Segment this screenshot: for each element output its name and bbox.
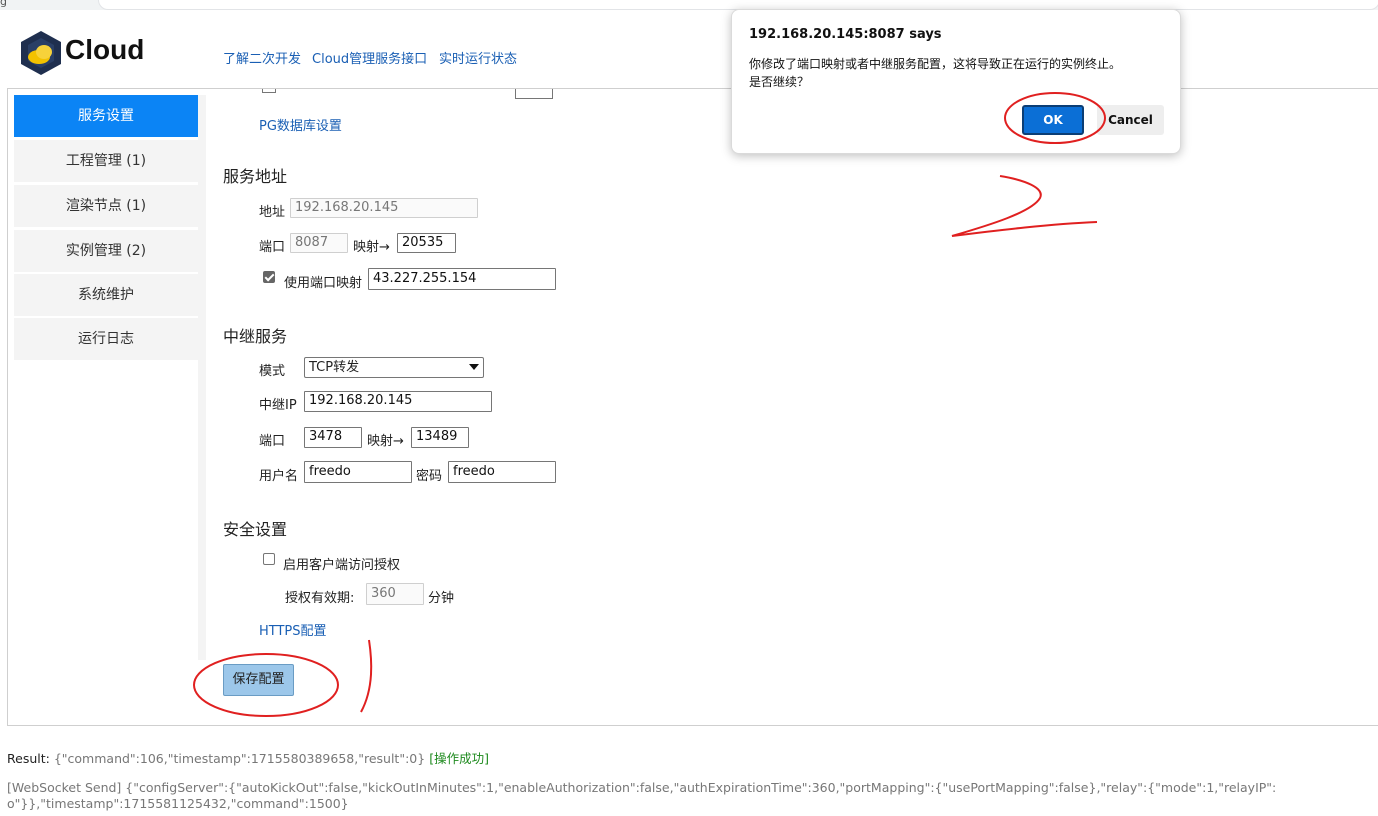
cloud-logo-icon bbox=[21, 31, 61, 75]
address-field[interactable]: 192.168.20.145 bbox=[290, 198, 478, 218]
result-json: {"command":106,"timestamp":1715580389658… bbox=[53, 751, 426, 766]
relay-ip-label: 中继IP bbox=[259, 398, 297, 413]
websocket-log-line-1: [WebSocket Send] {"configServer":{"autoK… bbox=[7, 780, 1277, 795]
header-link-api[interactable]: Cloud管理服务接口 bbox=[312, 48, 427, 67]
auth-expire-label: 授权有效期: bbox=[285, 591, 355, 606]
sidebar-item-logs[interactable]: 运行日志 bbox=[14, 318, 198, 360]
use-port-mapping-label: 使用端口映射 bbox=[284, 276, 363, 291]
section-service-address-title: 服务地址 bbox=[223, 167, 288, 186]
enable-auth-checkbox[interactable] bbox=[263, 553, 275, 565]
logo-text: Cloud bbox=[65, 34, 145, 65]
dialog-ok-button[interactable]: OK bbox=[1022, 105, 1084, 135]
result-log-line: Result: {"command":106,"timestamp":17155… bbox=[7, 748, 489, 767]
dialog-message: 你修改了端口映射或者中继服务配置，这将导致正在运行的实例终止。 是否继续？ bbox=[749, 55, 1169, 91]
port-field[interactable]: 8087 bbox=[290, 233, 348, 253]
sidebar-item-service-settings[interactable]: 服务设置 bbox=[14, 95, 198, 137]
result-label: Result: bbox=[7, 751, 50, 766]
port-map-field[interactable]: 20535 bbox=[397, 233, 456, 253]
relay-password-label: 密码 bbox=[416, 469, 443, 484]
confirm-dialog: 192.168.20.145:8087 says 你修改了端口映射或者中继服务配… bbox=[731, 9, 1181, 154]
relay-map-label: 映射→ bbox=[367, 434, 404, 449]
auth-expire-unit: 分钟 bbox=[428, 591, 455, 606]
section-relay-title: 中继服务 bbox=[223, 327, 288, 346]
main-panel bbox=[7, 88, 1378, 726]
dialog-message-line-2: 是否继续？ bbox=[749, 75, 810, 89]
header-link-dev[interactable]: 了解二次开发 bbox=[223, 48, 301, 67]
sidebar-item-render-nodes[interactable]: 渲染节点 (1) bbox=[14, 185, 198, 227]
port-map-label: 映射→ bbox=[353, 240, 390, 255]
https-config-link[interactable]: HTTPS配置 bbox=[259, 620, 327, 639]
relay-username-label: 用户名 bbox=[259, 469, 299, 484]
dialog-title: 192.168.20.145:8087 says bbox=[749, 27, 942, 42]
section-security-title: 安全设置 bbox=[223, 520, 288, 539]
sidebar-divider bbox=[198, 95, 206, 660]
mapping-ip-field[interactable]: 43.227.255.154 bbox=[368, 268, 556, 290]
dialog-message-line-1: 你修改了端口映射或者中继服务配置，这将导致正在运行的实例终止。 bbox=[749, 57, 1122, 71]
relay-password-field[interactable]: freedo bbox=[448, 461, 556, 483]
sidebar-item-projects[interactable]: 工程管理 (1) bbox=[14, 140, 198, 182]
relay-mode-select[interactable]: TCP转发 bbox=[304, 357, 484, 378]
enable-auth-label: 启用客户端访问授权 bbox=[283, 558, 401, 573]
dialog-cancel-button[interactable]: Cancel bbox=[1097, 105, 1164, 135]
browser-tab-fragment: g bbox=[0, 0, 7, 8]
header-link-status[interactable]: 实时运行状态 bbox=[439, 48, 517, 67]
port-label: 端口 bbox=[259, 240, 286, 255]
relay-map-field[interactable]: 13489 bbox=[411, 427, 469, 448]
chevron-down-icon bbox=[469, 364, 479, 370]
relay-port-field[interactable]: 3478 bbox=[304, 427, 362, 448]
relay-port-label: 端口 bbox=[259, 434, 286, 449]
relay-ip-field[interactable]: 192.168.20.145 bbox=[304, 391, 492, 412]
pg-database-link[interactable]: PG数据库设置 bbox=[259, 115, 342, 134]
result-status: [操作成功] bbox=[429, 751, 489, 766]
save-config-button[interactable]: 保存配置 bbox=[223, 664, 294, 696]
scrolled-row-fragment bbox=[259, 89, 589, 99]
relay-username-field[interactable]: freedo bbox=[304, 461, 412, 483]
websocket-log-line-2: o"}},"timestamp":1715581125432,"command"… bbox=[7, 796, 349, 811]
auth-expire-field[interactable]: 360 bbox=[366, 583, 424, 605]
sidebar-item-instances[interactable]: 实例管理 (2) bbox=[14, 230, 198, 272]
relay-mode-label: 模式 bbox=[259, 364, 286, 379]
relay-mode-value: TCP转发 bbox=[309, 360, 360, 375]
address-label: 地址 bbox=[259, 205, 286, 220]
sidebar-item-maintenance[interactable]: 系统维护 bbox=[14, 274, 198, 316]
use-port-mapping-checkbox[interactable] bbox=[263, 271, 275, 283]
